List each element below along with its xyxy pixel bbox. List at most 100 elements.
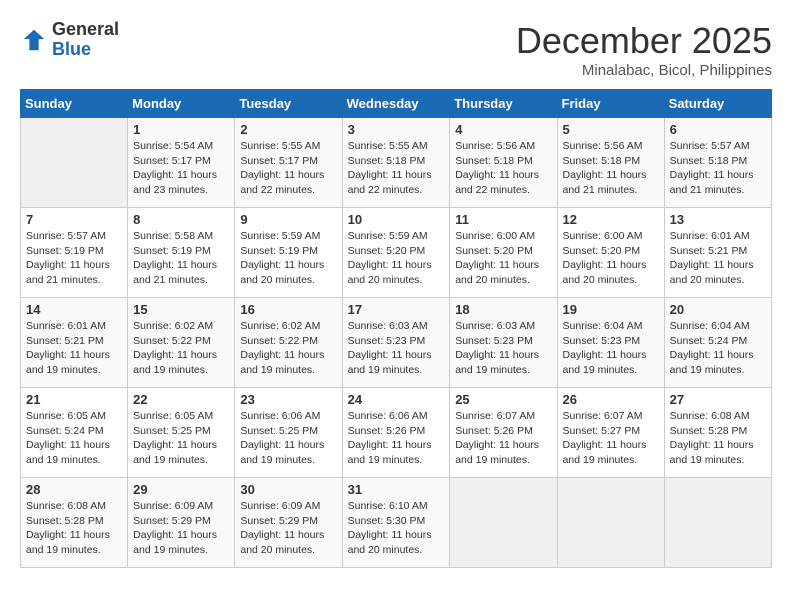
calendar-cell (664, 478, 771, 568)
day-number: 27 (670, 392, 766, 407)
col-header-saturday: Saturday (664, 90, 771, 118)
title-block: December 2025 Minalabac, Bicol, Philippi… (516, 20, 772, 79)
col-header-wednesday: Wednesday (342, 90, 450, 118)
logo-icon (20, 26, 48, 54)
day-number: 4 (455, 122, 551, 137)
calendar-week-row: 21 Sunrise: 6:05 AMSunset: 5:24 PMDayligh… (21, 388, 772, 478)
day-number: 31 (348, 482, 445, 497)
day-number: 14 (26, 302, 122, 317)
cell-content: Sunrise: 6:06 AMSunset: 5:26 PMDaylight:… (348, 409, 445, 468)
calendar-cell: 5 Sunrise: 5:56 AMSunset: 5:18 PMDaylight… (557, 118, 664, 208)
cell-content: Sunrise: 6:05 AMSunset: 5:25 PMDaylight:… (133, 409, 229, 468)
day-number: 10 (348, 212, 445, 227)
cell-content: Sunrise: 5:54 AMSunset: 5:17 PMDaylight:… (133, 139, 229, 198)
day-number: 20 (670, 302, 766, 317)
page-header: General Blue December 2025 Minalabac, Bi… (20, 20, 772, 79)
calendar-cell: 22 Sunrise: 6:05 AMSunset: 5:25 PMDayligh… (128, 388, 235, 478)
day-number: 3 (348, 122, 445, 137)
cell-content: Sunrise: 6:03 AMSunset: 5:23 PMDaylight:… (348, 319, 445, 378)
calendar-cell: 30Sunrise: 6:09 AMSunset: 5:29 PMDayligh… (235, 478, 342, 568)
cell-content: Sunrise: 6:08 AMSunset: 5:28 PMDaylight:… (26, 499, 122, 558)
calendar-week-row: 14 Sunrise: 6:01 AMSunset: 5:21 PMDayligh… (21, 298, 772, 388)
day-number: 11 (455, 212, 551, 227)
day-number: 1 (133, 122, 229, 137)
logo: General Blue (20, 20, 119, 60)
calendar-cell: 27 Sunrise: 6:08 AMSunset: 5:28 PMDayligh… (664, 388, 771, 478)
day-number: 19 (563, 302, 659, 317)
cell-content: Sunrise: 6:00 AMSunset: 5:20 PMDaylight:… (455, 229, 551, 288)
location-text: Minalabac, Bicol, Philippines (516, 62, 772, 79)
day-number: 21 (26, 392, 122, 407)
day-number: 23 (240, 392, 336, 407)
day-number: 5 (563, 122, 659, 137)
calendar-cell: 31 Sunrise: 6:10 AMSunset: 5:30 PMDayligh… (342, 478, 450, 568)
col-header-monday: Monday (128, 90, 235, 118)
day-number: 18 (455, 302, 551, 317)
cell-content: Sunrise: 6:08 AMSunset: 5:28 PMDaylight:… (670, 409, 766, 468)
cell-content: Sunrise: 6:07 AMSunset: 5:27 PMDaylight:… (563, 409, 659, 468)
calendar-cell: 16 Sunrise: 6:02 AMSunset: 5:22 PMDayligh… (235, 298, 342, 388)
cell-content: Sunrise: 5:59 AMSunset: 5:20 PMDaylight:… (348, 229, 445, 288)
calendar-cell: 13 Sunrise: 6:01 AMSunset: 5:21 PMDayligh… (664, 208, 771, 298)
cell-content: Sunrise: 6:09 AMSunset: 5:29 PMDaylight:… (133, 499, 229, 558)
calendar-cell: 10 Sunrise: 5:59 AMSunset: 5:20 PMDayligh… (342, 208, 450, 298)
day-number: 6 (670, 122, 766, 137)
calendar-cell: 18 Sunrise: 6:03 AMSunset: 5:23 PMDayligh… (450, 298, 557, 388)
col-header-tuesday: Tuesday (235, 90, 342, 118)
calendar-cell: 8Sunrise: 5:58 AMSunset: 5:19 PMDaylight… (128, 208, 235, 298)
cell-content: Sunrise: 6:10 AMSunset: 5:30 PMDaylight:… (348, 499, 445, 558)
calendar-cell: 3 Sunrise: 5:55 AMSunset: 5:18 PMDaylight… (342, 118, 450, 208)
cell-content: Sunrise: 6:06 AMSunset: 5:25 PMDaylight:… (240, 409, 336, 468)
calendar-week-row: 28 Sunrise: 6:08 AMSunset: 5:28 PMDayligh… (21, 478, 772, 568)
calendar-cell: 26Sunrise: 6:07 AMSunset: 5:27 PMDayligh… (557, 388, 664, 478)
day-number: 30 (240, 482, 336, 497)
cell-content: Sunrise: 5:55 AMSunset: 5:17 PMDaylight:… (240, 139, 336, 198)
cell-content: Sunrise: 6:01 AMSunset: 5:21 PMDaylight:… (26, 319, 122, 378)
calendar-cell: 12 Sunrise: 6:00 AMSunset: 5:20 PMDayligh… (557, 208, 664, 298)
col-header-sunday: Sunday (21, 90, 128, 118)
calendar-cell: 11 Sunrise: 6:00 AMSunset: 5:20 PMDayligh… (450, 208, 557, 298)
calendar-cell: 19 Sunrise: 6:04 AMSunset: 5:23 PMDayligh… (557, 298, 664, 388)
logo-general-text: General (52, 19, 119, 39)
calendar-cell: 2 Sunrise: 5:55 AMSunset: 5:17 PMDaylight… (235, 118, 342, 208)
cell-content: Sunrise: 5:57 AMSunset: 5:18 PMDaylight:… (670, 139, 766, 198)
day-number: 13 (670, 212, 766, 227)
calendar-week-row: 7Sunrise: 5:57 AMSunset: 5:19 PMDaylight… (21, 208, 772, 298)
cell-content: Sunrise: 5:55 AMSunset: 5:18 PMDaylight:… (348, 139, 445, 198)
cell-content: Sunrise: 5:56 AMSunset: 5:18 PMDaylight:… (563, 139, 659, 198)
calendar-cell: 28 Sunrise: 6:08 AMSunset: 5:28 PMDayligh… (21, 478, 128, 568)
cell-content: Sunrise: 5:56 AMSunset: 5:18 PMDaylight:… (455, 139, 551, 198)
calendar-cell: 23 Sunrise: 6:06 AMSunset: 5:25 PMDayligh… (235, 388, 342, 478)
calendar-cell: 7Sunrise: 5:57 AMSunset: 5:19 PMDaylight… (21, 208, 128, 298)
cell-content: Sunrise: 6:02 AMSunset: 5:22 PMDaylight:… (240, 319, 336, 378)
day-number: 12 (563, 212, 659, 227)
day-number: 28 (26, 482, 122, 497)
day-number: 29 (133, 482, 229, 497)
cell-content: Sunrise: 5:58 AMSunset: 5:19 PMDaylight:… (133, 229, 229, 288)
calendar-cell: 17Sunrise: 6:03 AMSunset: 5:23 PMDayligh… (342, 298, 450, 388)
calendar-cell: 20Sunrise: 6:04 AMSunset: 5:24 PMDayligh… (664, 298, 771, 388)
day-number: 9 (240, 212, 336, 227)
calendar-cell: 1 Sunrise: 5:54 AMSunset: 5:17 PMDaylight… (128, 118, 235, 208)
day-number: 22 (133, 392, 229, 407)
calendar-cell (557, 478, 664, 568)
cell-content: Sunrise: 6:00 AMSunset: 5:20 PMDaylight:… (563, 229, 659, 288)
calendar-cell: 21 Sunrise: 6:05 AMSunset: 5:24 PMDayligh… (21, 388, 128, 478)
col-header-friday: Friday (557, 90, 664, 118)
day-number: 16 (240, 302, 336, 317)
col-header-thursday: Thursday (450, 90, 557, 118)
day-number: 2 (240, 122, 336, 137)
day-number: 15 (133, 302, 229, 317)
calendar-header-row: SundayMondayTuesdayWednesdayThursdayFrid… (21, 90, 772, 118)
cell-content: Sunrise: 6:04 AMSunset: 5:23 PMDaylight:… (563, 319, 659, 378)
cell-content: Sunrise: 6:05 AMSunset: 5:24 PMDaylight:… (26, 409, 122, 468)
cell-content: Sunrise: 6:02 AMSunset: 5:22 PMDaylight:… (133, 319, 229, 378)
cell-content: Sunrise: 6:03 AMSunset: 5:23 PMDaylight:… (455, 319, 551, 378)
calendar-cell: 25Sunrise: 6:07 AMSunset: 5:26 PMDayligh… (450, 388, 557, 478)
cell-content: Sunrise: 5:57 AMSunset: 5:19 PMDaylight:… (26, 229, 122, 288)
cell-content: Sunrise: 5:59 AMSunset: 5:19 PMDaylight:… (240, 229, 336, 288)
calendar-week-row: 1 Sunrise: 5:54 AMSunset: 5:17 PMDaylight… (21, 118, 772, 208)
calendar-cell: 9 Sunrise: 5:59 AMSunset: 5:19 PMDaylight… (235, 208, 342, 298)
day-number: 24 (348, 392, 445, 407)
cell-content: Sunrise: 6:01 AMSunset: 5:21 PMDaylight:… (670, 229, 766, 288)
